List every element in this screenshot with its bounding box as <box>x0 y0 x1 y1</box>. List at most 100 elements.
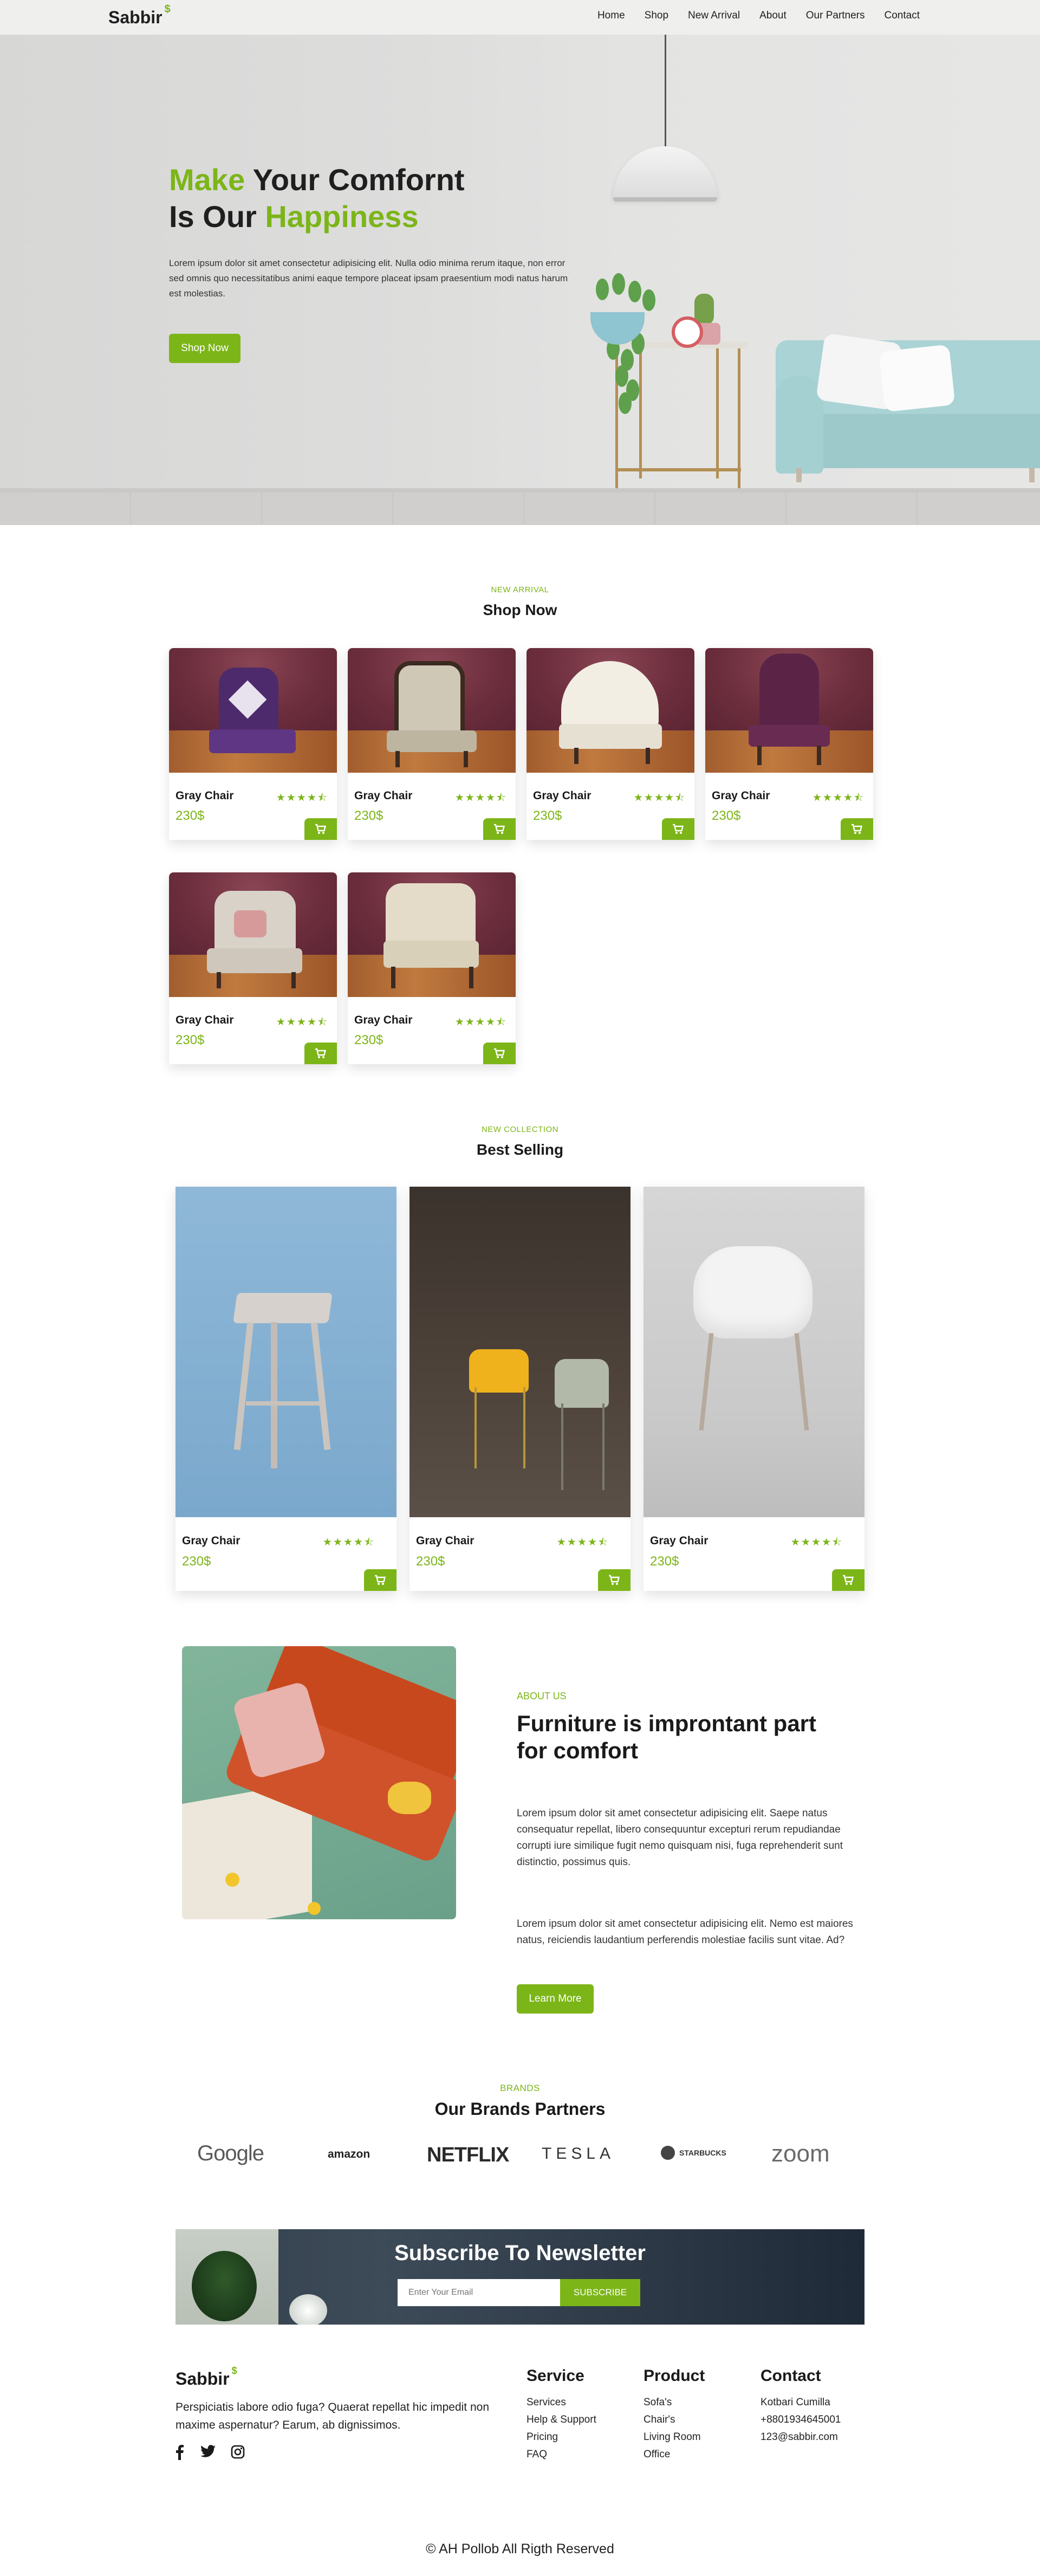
footer-link[interactable]: Office <box>644 2446 705 2463</box>
subscribe-button[interactable]: SUBSCRIBE <box>560 2279 640 2306</box>
rating-stars: ★★★★⯪ <box>322 1537 375 1548</box>
twitter-icon[interactable] <box>200 2445 216 2462</box>
logo[interactable]: Sabbir $ <box>108 3 171 28</box>
footer-email[interactable]: 123@sabbir.com <box>760 2429 841 2446</box>
add-to-cart-button[interactable] <box>483 818 516 840</box>
footer-link[interactable]: Sofa's <box>644 2394 705 2411</box>
cart-icon <box>494 1048 505 1058</box>
learn-more-button[interactable]: Learn More <box>517 1984 594 2014</box>
baseboard <box>0 488 1040 493</box>
shop-now-button[interactable]: Shop Now <box>169 334 240 363</box>
product-price: 230$ <box>416 1554 445 1569</box>
table-leg <box>738 348 740 506</box>
rating-stars: ★★★★⯪ <box>276 792 328 804</box>
product-card[interactable]: Gray Chair ★★★★⯪ 230$ <box>169 872 337 1064</box>
about-paragraph: Lorem ipsum dolor sit amet consectetur a… <box>517 1808 843 1868</box>
product-card[interactable]: Gray Chair ★★★★⯪ 230$ <box>169 648 337 840</box>
add-to-cart-button[interactable] <box>832 1569 864 1591</box>
product-image <box>410 1187 630 1517</box>
nav-shop[interactable]: Shop <box>645 10 668 22</box>
hero-title-accent: Make <box>169 163 245 197</box>
footer-logo[interactable]: Sabbir $ <box>176 2365 237 2389</box>
product-image <box>348 648 516 773</box>
shop-title: Shop Now <box>483 601 557 618</box>
add-to-cart-button[interactable] <box>662 818 694 840</box>
footer-column-title: Service <box>526 2367 584 2385</box>
product-price: 230$ <box>650 1554 679 1569</box>
logo-mark: $ <box>164 3 171 16</box>
lamp-rim <box>613 197 717 202</box>
nav-our-partners[interactable]: Our Partners <box>806 10 865 22</box>
table-leg <box>716 348 719 478</box>
add-to-cart-button[interactable] <box>598 1569 630 1591</box>
best-product-card[interactable]: Gray Chair ★★★★⯪ 230$ <box>410 1187 630 1591</box>
brand-zoom-logo: zoom <box>771 2140 830 2167</box>
add-to-cart-button[interactable] <box>304 1043 337 1064</box>
hero: Make Your Comfornt Is Our Happiness Lore… <box>0 35 1040 525</box>
product-card[interactable]: Gray Chair ★★★★⯪ 230$ <box>705 648 873 840</box>
add-to-cart-button[interactable] <box>841 818 873 840</box>
rating-stars: ★★★★⯪ <box>454 1017 507 1028</box>
product-name: Gray Chair <box>416 1535 474 1547</box>
product-price: 230$ <box>533 808 562 823</box>
product-card[interactable]: Gray Chair ★★★★⯪ 230$ <box>348 872 516 1064</box>
sofa-leg <box>1029 468 1035 482</box>
about-image <box>182 1646 456 1919</box>
product-image <box>169 648 337 773</box>
cart-icon <box>315 824 327 834</box>
facebook-icon[interactable] <box>176 2445 184 2464</box>
product-name: Gray Chair <box>533 789 592 802</box>
newsletter-title: Subscribe To Newsletter <box>394 2241 646 2265</box>
cart-icon <box>851 824 863 834</box>
footer-link[interactable]: Pricing <box>526 2429 596 2446</box>
brands-title: Our Brands Partners <box>434 2099 606 2119</box>
nav-contact[interactable]: Contact <box>885 10 920 22</box>
sofa-seat <box>792 414 1040 468</box>
add-to-cart-button[interactable] <box>483 1043 516 1064</box>
flower-icon <box>289 2294 327 2325</box>
footer-link[interactable]: Chair's <box>644 2411 705 2429</box>
nav-about[interactable]: About <box>759 10 786 22</box>
cart-icon <box>315 1048 327 1058</box>
page: Sabbir $ Home Shop New Arrival About Our … <box>0 0 1040 2576</box>
best-product-card[interactable]: Gray Chair ★★★★⯪ 230$ <box>644 1187 864 1591</box>
footer-link[interactable]: Living Room <box>644 2429 705 2446</box>
footer-logo-text: Sabbir <box>176 2369 230 2389</box>
instagram-icon[interactable] <box>231 2445 245 2463</box>
product-card[interactable]: Gray Chair ★★★★⯪ 230$ <box>526 648 694 840</box>
nav-home[interactable]: Home <box>597 10 625 22</box>
footer-phone[interactable]: +8801934645001 <box>760 2411 841 2429</box>
product-price: 230$ <box>354 1033 384 1047</box>
footer-link[interactable]: FAQ <box>526 2446 596 2463</box>
about-eyebrow: ABOUT US <box>517 1691 567 1701</box>
lamp-cord <box>665 35 666 148</box>
add-to-cart-button[interactable] <box>304 818 337 840</box>
product-price: 230$ <box>712 808 741 823</box>
about-title: Furniture is improntant part for comfort <box>517 1711 817 1763</box>
product-price: 230$ <box>182 1554 211 1569</box>
brands-eyebrow: BRANDS <box>500 2083 540 2093</box>
brand-netflix-logo: NETFLIX <box>427 2144 509 2166</box>
footer-column-product: Product Sofa's Chair's Living Room Offic… <box>644 2367 705 2463</box>
email-input[interactable] <box>398 2279 560 2306</box>
hero-title-text: Is Our <box>169 199 265 234</box>
rating-stars: ★★★★⯪ <box>633 792 686 804</box>
best-title: Best Selling <box>476 1141 564 1158</box>
footer-link[interactable]: Help & Support <box>526 2411 596 2429</box>
product-name: Gray Chair <box>354 789 413 802</box>
best-product-card[interactable]: Gray Chair ★★★★⯪ 230$ <box>176 1187 396 1591</box>
rating-stars: ★★★★⯪ <box>812 792 864 804</box>
add-to-cart-button[interactable] <box>364 1569 396 1591</box>
product-card[interactable]: Gray Chair ★★★★⯪ 230$ <box>348 648 516 840</box>
footer-link[interactable]: Services <box>526 2394 596 2411</box>
hero-text: Lorem ipsum dolor sit amet consectetur a… <box>169 258 568 299</box>
table-shelf <box>618 468 741 471</box>
sofa-arm <box>776 376 823 474</box>
hero-title-accent: Happiness <box>265 199 419 234</box>
product-price: 230$ <box>176 808 205 823</box>
footer-column-title: Contact <box>760 2367 821 2385</box>
nav-new-arrival[interactable]: New Arrival <box>688 10 740 22</box>
product-image <box>176 1187 396 1517</box>
cart-icon <box>609 1575 620 1585</box>
rating-stars: ★★★★⯪ <box>454 792 507 804</box>
